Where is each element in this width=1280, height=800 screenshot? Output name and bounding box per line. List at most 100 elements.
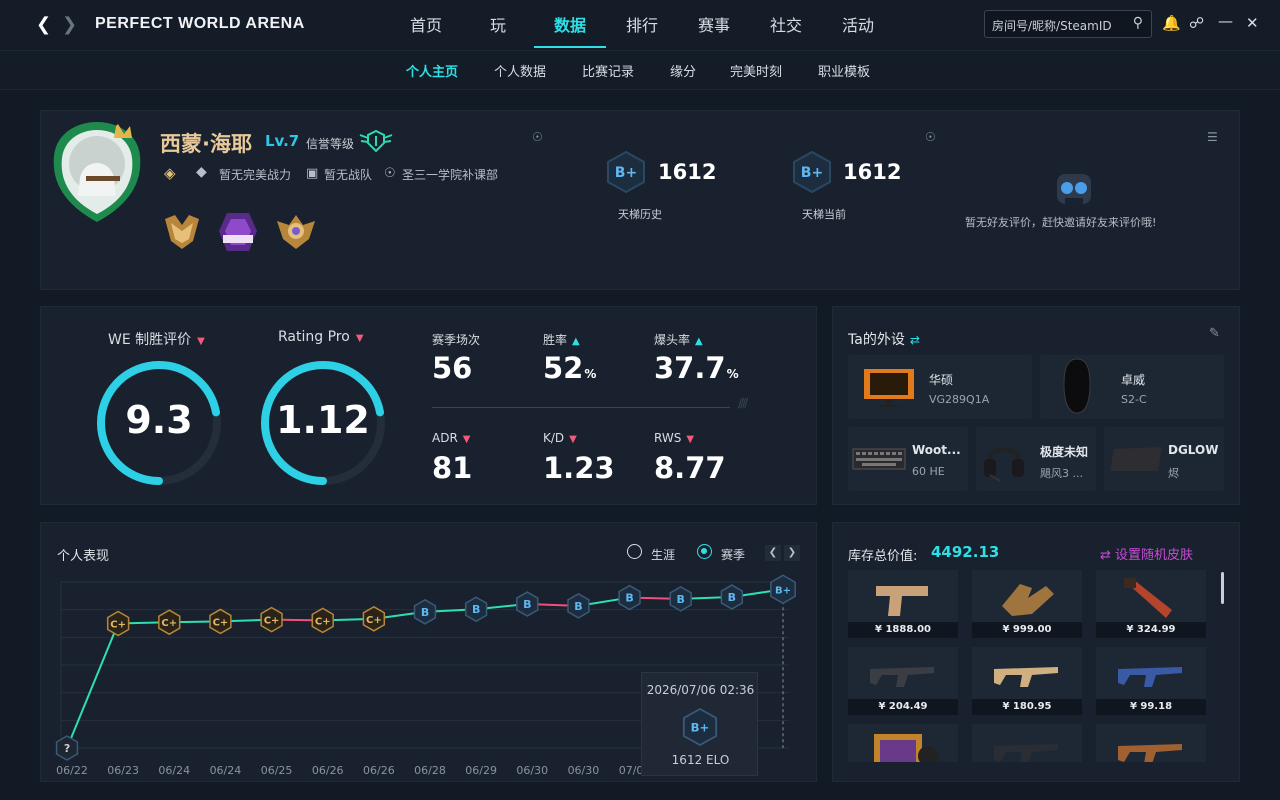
radio-career[interactable]	[627, 544, 642, 559]
data-point: C+	[158, 609, 181, 636]
x-tick-label: 06/26	[312, 764, 344, 777]
back-arrow-icon[interactable]: ❮	[36, 14, 51, 35]
series-segment	[66, 623, 120, 749]
inventory-item[interactable]: ¥ 180.95	[972, 647, 1082, 715]
close-icon[interactable]: ✕	[1246, 14, 1259, 32]
forward-arrow-icon[interactable]: ❯	[62, 14, 77, 35]
rating-pro-value: 1.12	[276, 398, 370, 442]
x-tick-label: 06/30	[568, 764, 600, 777]
data-point: C+	[260, 606, 283, 633]
we-rating-title[interactable]: WE 制胜评价 ▼	[108, 329, 205, 349]
stripe-decoration: ////	[738, 396, 748, 410]
inventory-item[interactable]	[972, 724, 1082, 762]
tab-5[interactable]: 社交	[750, 0, 822, 50]
stat-label-4[interactable]: K/D ▼	[543, 431, 577, 445]
subtab-0[interactable]: 个人主页	[406, 61, 458, 80]
inventory-item[interactable]: ¥ 204.49	[848, 647, 958, 715]
inventory-item[interactable]: ¥ 999.00	[972, 570, 1082, 638]
inventory-item[interactable]	[848, 724, 958, 762]
svg-text:B: B	[523, 598, 531, 611]
gear-monitor[interactable]: 华硕 VG289Q1A	[848, 355, 1032, 419]
tab-6[interactable]: 活动	[822, 0, 894, 50]
tab-1[interactable]: 玩	[462, 0, 534, 50]
item-price: ¥ 180.95	[972, 699, 1082, 715]
stat-label-1[interactable]: 胜率 ▲	[543, 331, 580, 348]
stat-label-3[interactable]: ADR ▼	[432, 431, 471, 445]
tab-0[interactable]: 首页	[390, 0, 462, 50]
gear-keyboard[interactable]: Woot... 60 HE	[848, 427, 968, 491]
gear-title: Ta的外设 ⇄	[848, 332, 920, 348]
diamond-icon: ◈	[164, 164, 176, 182]
gear-model: S2-C	[1121, 393, 1147, 406]
minimize-icon[interactable]: —	[1218, 12, 1233, 30]
stats-divider	[432, 407, 730, 408]
gear-mouse[interactable]: 卓威 S2-C	[1040, 355, 1224, 419]
inventory-item[interactable]	[1096, 724, 1206, 762]
chart-prev-button[interactable]: ❮	[765, 545, 781, 561]
main-nav: 首页玩数据 排行 赛事 社交 活动	[390, 0, 894, 50]
chart-next-button[interactable]: ❯	[784, 545, 800, 561]
layers-icon[interactable]: ☰	[1207, 130, 1218, 144]
data-point: B	[720, 584, 744, 610]
gear-model: VG289Q1A	[929, 393, 990, 406]
stat-value-3: 81	[432, 451, 473, 485]
search-input[interactable]: 房间号/昵称/SteamID ⚲	[984, 10, 1152, 38]
svg-text:B+: B+	[615, 165, 637, 181]
player-level: Lv.7	[265, 132, 300, 150]
item-price: ¥ 999.00	[972, 622, 1082, 638]
inventory-label: 库存总价值:	[848, 549, 918, 564]
stat-value-0: 56	[432, 351, 473, 385]
radio-career-label[interactable]: 生涯	[651, 546, 675, 563]
trend-down-icon: ▼	[686, 434, 695, 445]
tab-2[interactable]: 数据	[534, 0, 606, 50]
gear-brand: DGLOW	[1168, 443, 1219, 457]
svg-text:B: B	[421, 606, 429, 619]
info-icon[interactable]: ☉	[532, 130, 543, 144]
search-icon[interactable]: ⚲	[1133, 15, 1143, 31]
tooltip-time: 2026/07/06 02:36	[646, 683, 755, 697]
random-skin-button[interactable]: ⇄ 设置随机皮肤	[1100, 544, 1193, 563]
tab-4[interactable]: 赛事	[678, 0, 750, 50]
radio-season-label[interactable]: 赛季	[721, 546, 745, 563]
school-name[interactable]: 圣三一学院补课部	[402, 166, 498, 183]
mousepad-icon	[1108, 445, 1164, 477]
credit-level-icon[interactable]	[358, 129, 394, 153]
trend-up-icon: ▲	[695, 336, 703, 347]
x-tick-label: 06/30	[516, 764, 548, 777]
mouse-icon	[1062, 357, 1092, 419]
bell-icon[interactable]: 🔔	[1162, 14, 1181, 32]
inventory-item[interactable]: ¥ 324.99	[1096, 570, 1206, 638]
shuffle-icon[interactable]: ⇄	[910, 333, 920, 347]
gold-wings-icon[interactable]	[275, 211, 317, 253]
rating-pro-title[interactable]: Rating Pro ▼	[278, 329, 364, 345]
svg-text:B: B	[677, 593, 685, 606]
data-point: B	[516, 591, 539, 617]
inventory-item[interactable]: ¥ 1888.00	[848, 570, 958, 638]
radio-season[interactable]	[697, 544, 712, 559]
pplx-badge-icon[interactable]	[217, 211, 259, 253]
subtab-4[interactable]: 完美时刻	[730, 61, 782, 80]
stat-label-5[interactable]: RWS ▼	[654, 431, 694, 445]
svg-text:B+: B+	[801, 165, 823, 181]
subtab-3[interactable]: 缘分	[670, 61, 696, 80]
top-bar: ❮ ❯ PERFECT WORLD ARENA 首页玩数据 排行 赛事 社交 活动 房间…	[0, 0, 1280, 50]
info-icon[interactable]: ☉	[925, 130, 936, 144]
subtab-1[interactable]: 个人数据	[494, 61, 546, 80]
shield-check-icon[interactable]: ☍	[1189, 14, 1204, 32]
subtab-2[interactable]: 比赛记录	[582, 61, 634, 80]
subtab-5[interactable]: 职业模板	[818, 61, 870, 80]
gear-mousepad[interactable]: DGLOW 烬	[1104, 427, 1224, 491]
inventory-item[interactable]: ¥ 99.18	[1096, 647, 1206, 715]
gold-medal-icon[interactable]	[161, 211, 203, 253]
avatar[interactable]	[50, 118, 144, 226]
friend-review-empty: 暂无好友评价，赶快邀请好友来评价哦!	[965, 216, 1157, 229]
edit-icon[interactable]: ✎	[1209, 326, 1220, 341]
gear-headset[interactable]: 极度未知 飓风3 ...	[976, 427, 1096, 491]
inventory-scrollbar[interactable]	[1221, 572, 1224, 604]
gear-model: 飓风3 ...	[1040, 467, 1083, 480]
data-point: B+	[770, 574, 796, 605]
stat-label-2[interactable]: 爆头率 ▲	[654, 331, 703, 348]
x-tick-label: 06/26	[363, 764, 395, 777]
tab-3[interactable]: 排行	[606, 0, 678, 50]
x-tick-label: 06/29	[465, 764, 497, 777]
